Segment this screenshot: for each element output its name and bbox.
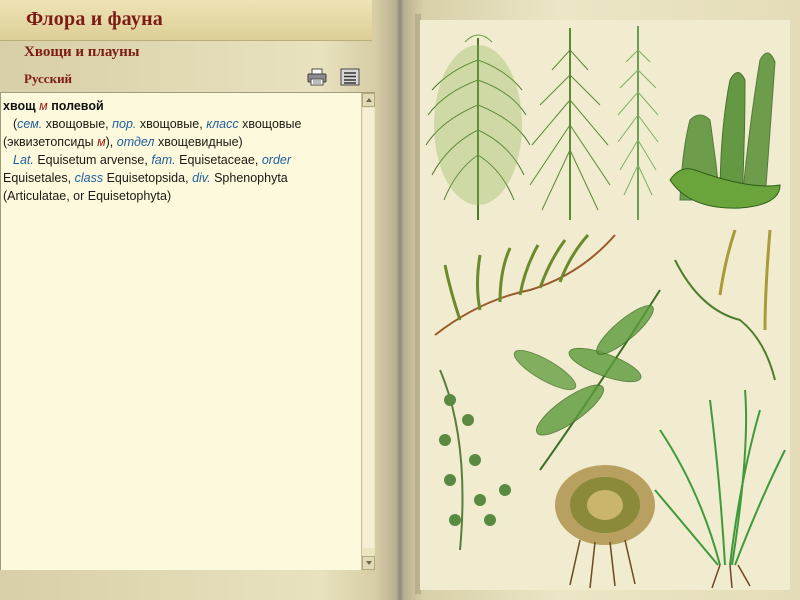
latin-division-alt: (Articulatae, or Equisetophyta) — [3, 187, 361, 205]
ru-family: хвощовые, — [45, 117, 109, 131]
printer-icon[interactable] — [307, 68, 327, 86]
division-alt-name: (Articulatae, or Equisetophyta) — [3, 189, 172, 203]
list-icon[interactable] — [340, 68, 360, 86]
abbr-class-en: class — [74, 171, 104, 185]
title-bar: Флора и фауна — [0, 0, 372, 41]
horsetail-branched-drawing — [529, 28, 611, 220]
latin-division: Sphenophyta — [214, 171, 288, 185]
headword-suffix: полевой — [51, 99, 104, 113]
scroll-thumb[interactable] — [363, 108, 374, 548]
ru-class-gender: м — [97, 135, 106, 149]
article-panel[interactable]: хвощ м полевой (сем. хвощовые, пор. хвощ… — [0, 92, 375, 570]
latin-order: Equisetales, — [3, 171, 72, 185]
abbr-sem: сем. — [17, 117, 43, 131]
headword: хвощ — [3, 99, 36, 113]
latin-name: Equisetum arvense, — [37, 153, 148, 167]
abbr-fam: fam. — [151, 153, 176, 167]
illustration-page — [420, 20, 790, 590]
latin-family: Equisetaceae, — [179, 153, 259, 167]
clubmoss-upright-drawing — [669, 52, 781, 209]
ru-order: хвощовые, — [139, 117, 203, 131]
clubmoss-creeping-brown-drawing — [434, 233, 616, 336]
page-title: Флора и фауна — [26, 8, 163, 30]
ru-class: хвощовые — [242, 117, 302, 131]
clubmoss-creeping-right-drawing — [674, 229, 776, 381]
quillwort-drawing — [654, 389, 786, 589]
latin-class: Equisetopsida, — [106, 171, 189, 185]
resurrection-plant-drawing — [555, 465, 655, 589]
language-label: Русский — [24, 71, 73, 86]
gender-marker: м — [39, 99, 48, 113]
abbr-class: класс — [206, 117, 239, 131]
article-headline: хвощ м полевой — [3, 97, 361, 115]
latin-taxonomy: Lat. Equisetum arvense, fam. Equisetacea… — [3, 151, 361, 169]
selaginella-drawing — [513, 289, 661, 471]
scroll-up-button[interactable] — [362, 93, 375, 107]
ru-class-alt: (эквизетопсиды — [3, 135, 94, 149]
section-subtitle: Хвощи и плауны — [24, 44, 140, 60]
latin-taxonomy-cont: Equisetales, class Equisetopsida, div. S… — [3, 169, 361, 187]
ru-division: хвощевидные) — [157, 135, 243, 149]
abbr-div: div. — [192, 171, 211, 185]
plant-illustration — [425, 26, 786, 589]
horsetail-fine-drawing — [617, 26, 659, 220]
abbr-por: пор. — [112, 117, 137, 131]
scroll-down-button[interactable] — [362, 556, 375, 570]
abbr-otdel: отдел — [116, 135, 155, 149]
ru-class-close: ), — [105, 135, 114, 149]
small-leafy-plant-drawing — [439, 369, 511, 551]
russian-taxonomy-cont: (эквизетопсиды м), отдел хвощевидные) — [3, 133, 361, 151]
abbr-lat: Lat. — [13, 153, 34, 167]
abbr-order: order — [261, 153, 292, 167]
article-text: хвощ м полевой (сем. хвощовые, пор. хвощ… — [3, 97, 361, 205]
article-scrollbar[interactable] — [361, 93, 375, 570]
russian-taxonomy: (сем. хвощовые, пор. хвощовые, класс хво… — [13, 117, 302, 131]
